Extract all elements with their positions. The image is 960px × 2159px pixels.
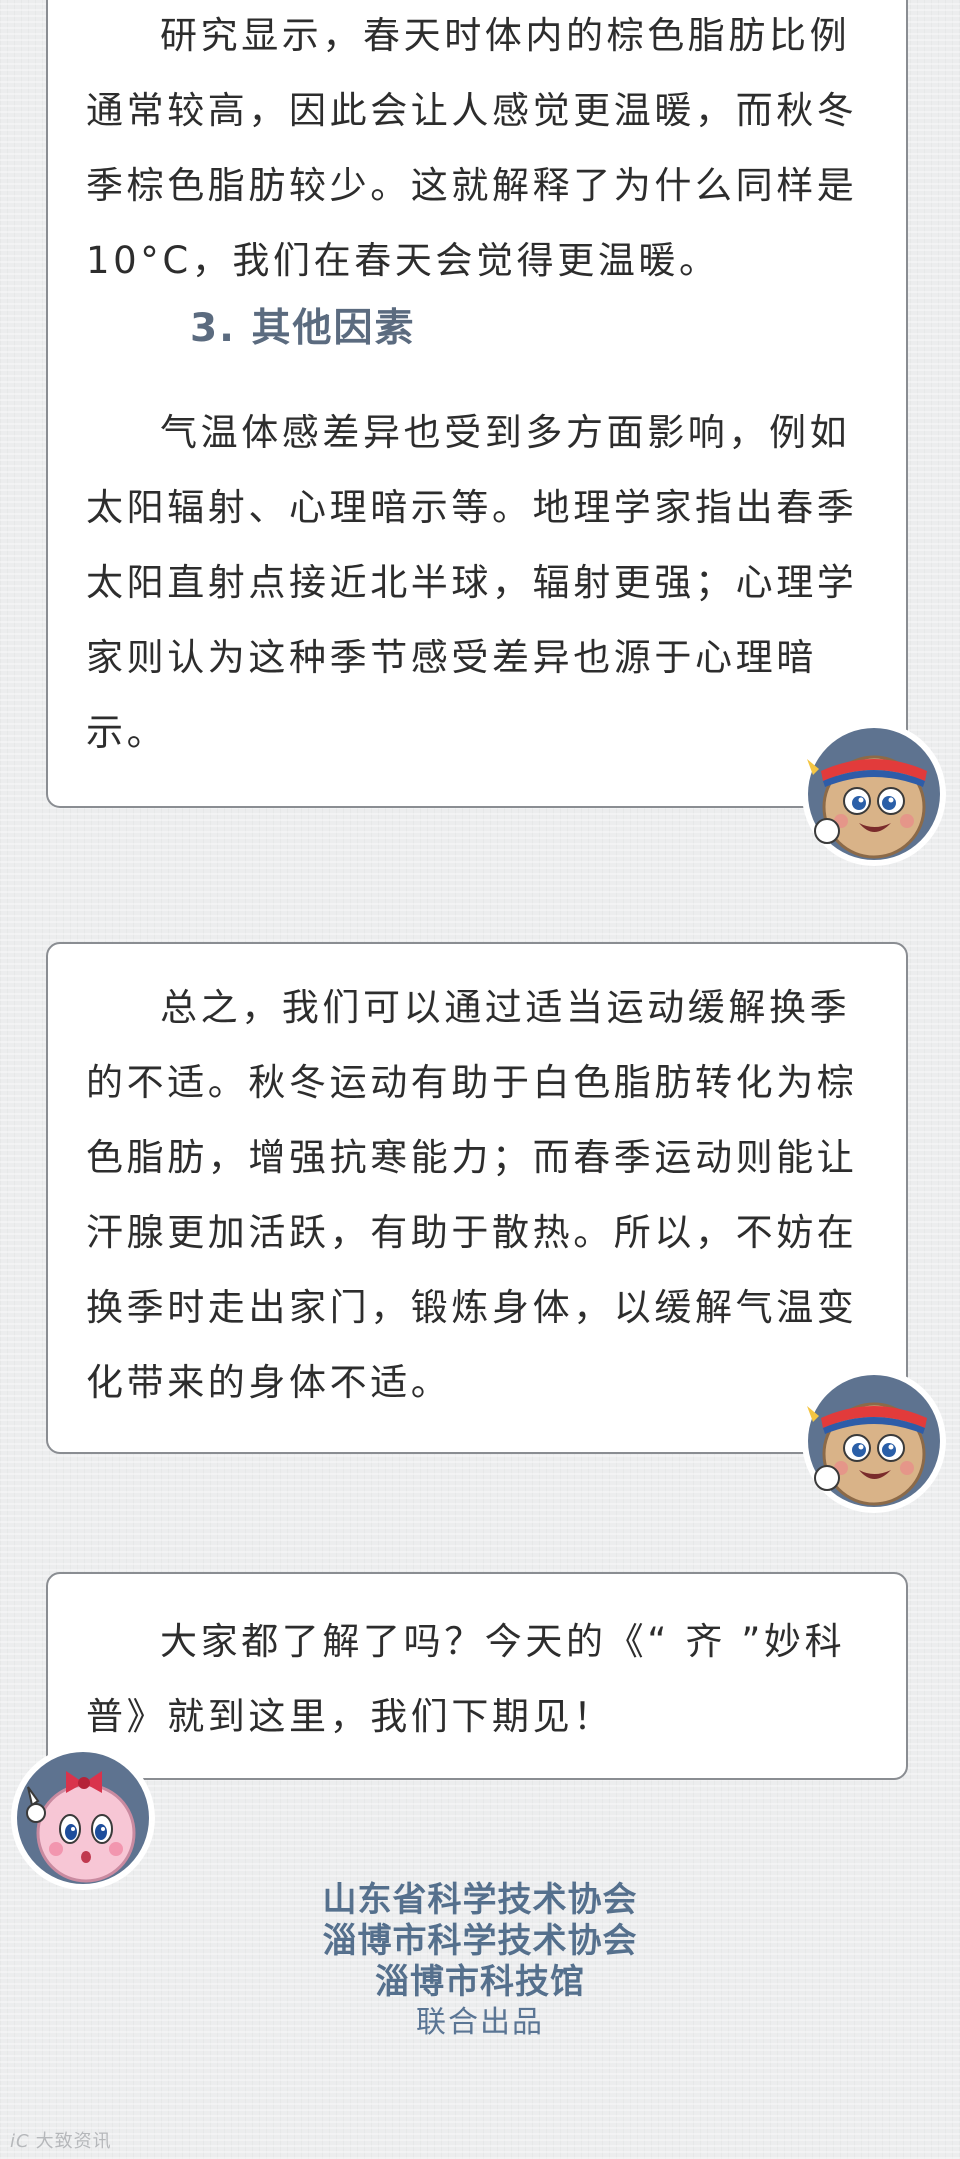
paragraph-other-factors: 气温体感差异也受到多方面影响，例如太阳辐射、心理暗示等。地理学家指出春季太阳直射… xyxy=(86,411,858,754)
fat-cell-mascot-icon xyxy=(799,719,949,869)
paragraph-brown-fat: 研究显示，春天时体内的棕色脂肪比例通常较高，因此会让人感觉更温暖，而秋冬季棕色脂… xyxy=(86,14,858,282)
credit-org-museum: 淄博市科技馆 xyxy=(375,1962,585,2002)
paragraph-closing: 大家都了解了吗？今天的《“ 齐 ”妙科普》就到这里，我们下期见！ xyxy=(86,1620,846,1738)
watermark-logo-icon: iC xyxy=(10,2131,30,2152)
content-card-closing: 大家都了解了吗？今天的《“ 齐 ”妙科普》就到这里，我们下期见！ xyxy=(46,1572,908,1780)
fat-cell-mascot-icon xyxy=(799,1366,949,1516)
content-card-causes: 研究显示，春天时体内的棕色脂肪比例通常较高，因此会让人感觉更温暖，而秋冬季棕色脂… xyxy=(46,0,908,808)
credits-block: 山东省科学技术协会 淄博市科学技术协会 淄博市科技馆 联合出品 xyxy=(0,1880,960,2043)
credit-org-provincial: 山东省科学技术协会 xyxy=(322,1880,638,1920)
content-card-summary: 总之，我们可以通过适当运动缓解换季的不适。秋冬运动有助于白色脂肪转化为棕色脂肪，… xyxy=(46,942,908,1454)
credit-org-city: 淄博市科学技术协会 xyxy=(322,1921,638,1961)
watermark-text: 大致资讯 xyxy=(35,2131,112,2152)
pink-cell-mascot-icon xyxy=(8,1743,158,1893)
watermark: iC 大致资讯 xyxy=(10,2127,112,2153)
credit-note: 联合出品 xyxy=(416,2005,544,2040)
section-heading-other-factors: 3. 其他因素 xyxy=(190,306,416,351)
paragraph-summary: 总之，我们可以通过适当运动缓解换季的不适。秋冬运动有助于白色脂肪转化为棕色脂肪，… xyxy=(86,986,858,1404)
